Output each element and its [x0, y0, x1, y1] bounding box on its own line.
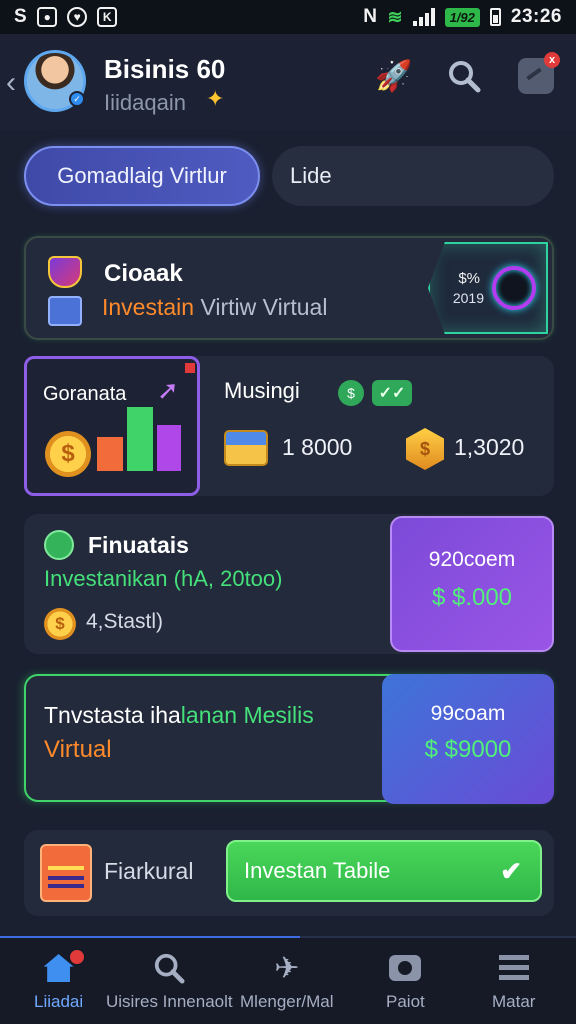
card4-price-panel[interactable]: 99coam $ $9000: [382, 674, 554, 804]
red-marker-icon: [185, 363, 195, 373]
card2-chart-panel[interactable]: Goranata ➚ $: [24, 356, 200, 496]
check-icon: ✔: [500, 856, 522, 886]
menu-icon: [498, 948, 529, 988]
nav-label: Paiot: [386, 992, 425, 1011]
notification-button[interactable]: x: [516, 52, 560, 96]
action-card: Fiarkural Investan Tabile ✔: [24, 830, 554, 916]
shield-icon: ♥: [67, 7, 88, 27]
arrow-up-icon: ➚: [157, 375, 179, 405]
bar-orange: [97, 437, 123, 471]
card1-subtitle-highlight: Investain: [102, 294, 195, 320]
action-label: Fiarkural: [104, 858, 194, 884]
chart-icon: [48, 296, 82, 326]
card2-value-1: 1 8000: [282, 434, 353, 460]
nav-item-photo[interactable]: Paiot: [386, 948, 425, 1012]
card3-count: 4,Stastl): [86, 610, 164, 633]
nav-label: Uisires Innenaolt: [106, 992, 233, 1011]
coin-icon: $: [44, 608, 76, 640]
camera-icon: ●: [37, 7, 58, 27]
chest-icon: [224, 430, 268, 466]
search-icon[interactable]: [444, 56, 484, 96]
ring-icon: [492, 266, 536, 310]
card3-panel-value: $ $.000: [431, 584, 513, 611]
nav-item-home[interactable]: Liiadai: [34, 948, 84, 1012]
home-icon: [43, 948, 84, 988]
notification-icon: x: [518, 52, 560, 94]
bar-green: [127, 407, 153, 471]
nav-label: Mlenger/Mal: [240, 992, 334, 1011]
status-left-icons: S ● ♥ K: [14, 6, 118, 28]
card1-hex-year: 2019: [452, 290, 484, 306]
card4-title: Tnvstasta ihalanan Mesilis: [44, 702, 314, 729]
card4-panel-value: $ $9000: [424, 736, 512, 763]
dollar-badge-icon: $: [338, 380, 364, 406]
nav-active-indicator: [0, 936, 300, 938]
card2-title: Musingi: [224, 378, 300, 403]
tab-virtual[interactable]: Gomadlaig Virtlur: [24, 146, 260, 206]
mute-icon: N: [363, 6, 378, 27]
rocket-icon: ✈: [274, 951, 300, 985]
k-icon: K: [97, 7, 118, 27]
card2-value-2: 1,3020: [454, 434, 525, 460]
battery-icon: [489, 8, 501, 26]
status-right-icons: N ≋ 1/92 23:26: [363, 6, 562, 28]
card3-price-panel[interactable]: 920coem $ $.000: [390, 516, 554, 652]
card4-title-white: Tnvstasta iha: [44, 702, 181, 728]
rocket-icon[interactable]: 🚀: [374, 56, 414, 96]
avatar[interactable]: ✓: [24, 50, 86, 112]
coin-icon: $: [45, 431, 91, 477]
invest-button[interactable]: Investan Tabile ✔: [226, 840, 542, 902]
nav-label: Liiadai: [34, 992, 84, 1011]
page-title: Bisinis 60: [104, 54, 226, 84]
notification-badge: x: [544, 52, 560, 68]
card4-panel-label: 99coam: [430, 702, 506, 725]
nav-badge: [69, 950, 84, 964]
wifi-icon: ≋: [387, 6, 403, 27]
bar-purple: [157, 425, 181, 471]
tab-lide[interactable]: Lide: [272, 146, 554, 206]
nav-item-menu[interactable]: Matar: [492, 948, 535, 1012]
hex-coin-icon: $: [406, 428, 444, 470]
card3-title: Finuatais: [88, 532, 189, 558]
investment-card-4[interactable]: Tnvstasta ihalanan Mesilis Virtual 99coa…: [24, 674, 554, 804]
app-header: ‹ ✓ Bisinis 60 Iiidaqain ✦ 🚀 x: [0, 34, 576, 130]
page-subtitle: Iiidaqain: [104, 90, 186, 115]
camera-icon: [389, 948, 422, 988]
green-coin-icon: [44, 530, 74, 560]
card4-subtitle: Virtual: [44, 736, 112, 763]
clock: 23:26: [510, 6, 562, 27]
investment-card-2[interactable]: Goranata ➚ $ Musingi $ ✓✓ 1 8000 $ 1,302…: [24, 356, 554, 496]
nav-item-manager[interactable]: ✈ Mlenger/Mal: [240, 948, 334, 1012]
card1-subtitle: Investain Virtiw Virtual: [102, 294, 327, 321]
card3-panel-label: 920coem: [428, 548, 516, 571]
card2-panel-title: Goranata: [43, 383, 127, 405]
calculator-icon: [40, 844, 92, 902]
verified-badge-icon: ✓: [69, 91, 85, 107]
signal-icon: [412, 8, 435, 26]
shield-icon: [48, 256, 82, 288]
investment-card-3[interactable]: Finuatais Investanikan (hA, 20too) $ 4,S…: [24, 514, 554, 654]
investment-card-1[interactable]: Cioaak Investain Virtiw Virtual $% 2019: [24, 236, 554, 340]
nav-item-search[interactable]: Uisires Innenaolt: [106, 948, 233, 1012]
card3-subtitle: Investanikan (hA, 20too): [44, 566, 283, 591]
back-chevron-icon[interactable]: ‹: [6, 66, 16, 100]
bottom-nav: Liiadai Uisires Innenaolt ✈ Mlenger/Mal …: [0, 936, 576, 1024]
card1-subtitle-text: Virtiw Virtual: [194, 294, 328, 320]
nav-label: Matar: [492, 992, 536, 1011]
card1-hex-percent: $%: [458, 270, 480, 287]
star-icon: ✦: [206, 86, 225, 111]
tab-bar: Gomadlaig Virtlur Lide: [24, 146, 554, 206]
status-bar: S ● ♥ K N ≋ 1/92 23:26: [0, 0, 576, 34]
s-icon: S: [14, 6, 28, 27]
card4-title-green: lanan Mesilis: [180, 702, 314, 728]
search-icon: [153, 948, 185, 988]
invest-button-label: Investan Tabile: [244, 858, 391, 883]
card1-title: Cioaak: [104, 260, 183, 287]
battery-level: 1/92: [444, 7, 480, 27]
check-badge-icon: ✓✓: [372, 380, 412, 406]
